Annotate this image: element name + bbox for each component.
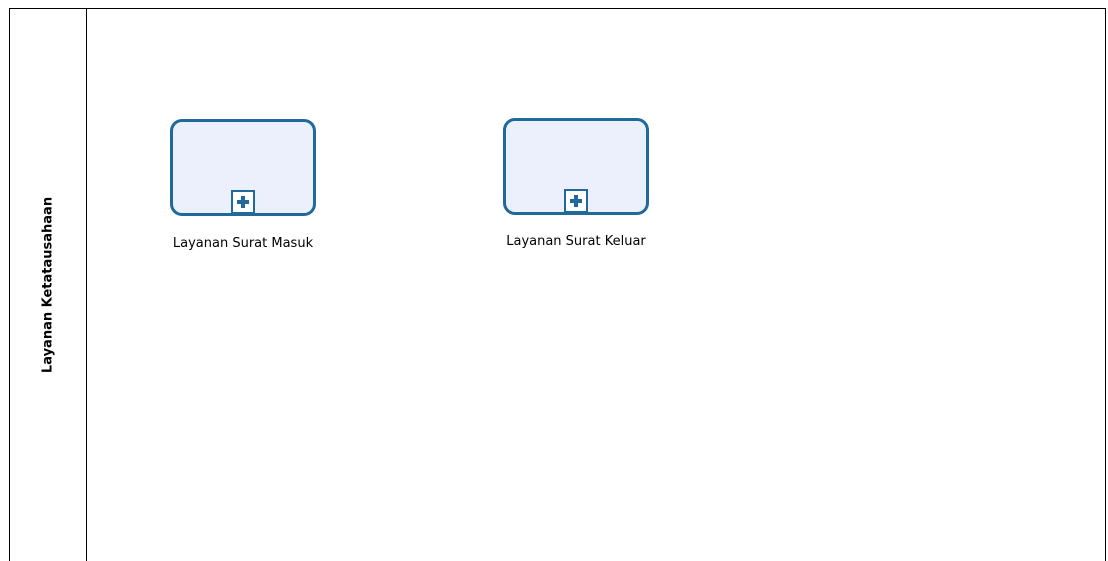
- subprocess-plus-icon[interactable]: [564, 189, 588, 213]
- subprocess-layanan-surat-keluar[interactable]: Layanan Surat Keluar: [503, 118, 649, 249]
- subprocess-label: Layanan Surat Keluar: [506, 234, 646, 249]
- swimlane: Layanan Ketatausahaan: [9, 8, 1106, 561]
- lane-header: Layanan Ketatausahaan: [10, 9, 87, 561]
- subprocess-plus-icon[interactable]: [231, 190, 255, 214]
- lane-title: Layanan Ketatausahaan: [40, 196, 56, 374]
- subprocess-label: Layanan Surat Masuk: [172, 236, 314, 251]
- diagram-canvas: Layanan Ketatausahaan Layanan Surat Masu…: [0, 0, 1108, 561]
- subprocess-layanan-surat-masuk[interactable]: Layanan Surat Masuk: [170, 119, 316, 251]
